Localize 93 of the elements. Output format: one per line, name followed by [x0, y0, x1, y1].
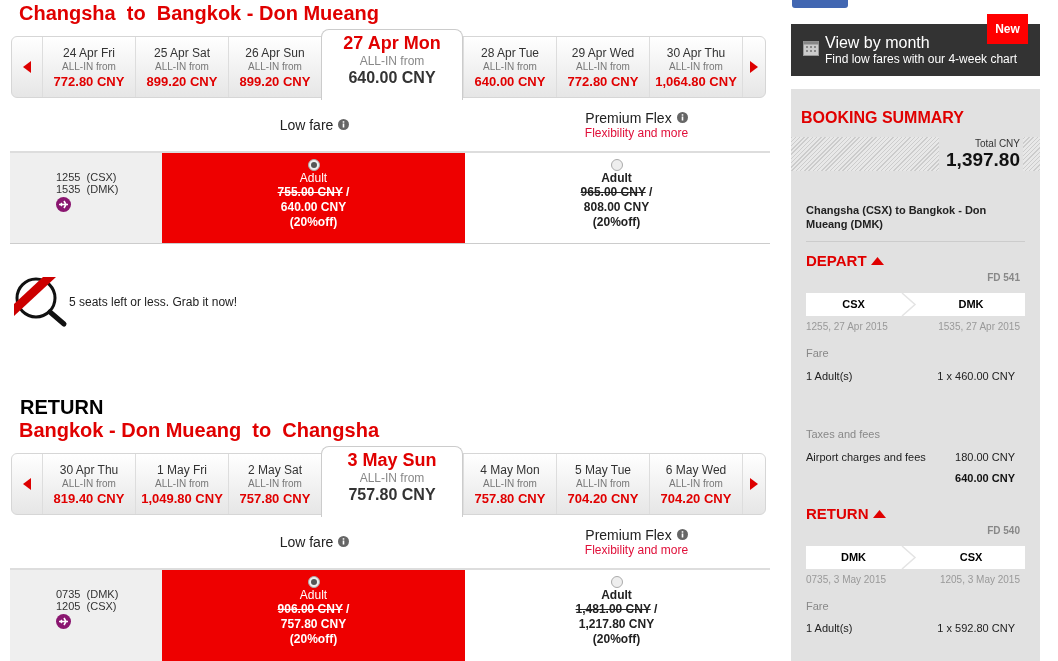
- fare-option[interactable]: Adult 906.00 CNY / 757.80 CNY (20%off): [162, 570, 465, 661]
- date-tab[interactable]: 3 May Sun ALL-IN from 757.80 CNY: [321, 446, 463, 517]
- fare-item-label: 1 Adult(s): [806, 621, 853, 636]
- date-tab[interactable]: 30 Apr Thu ALL-IN from 819.40 CNY: [42, 454, 135, 514]
- discount-label: (20%off): [289, 215, 338, 230]
- passenger-label: Adult: [299, 588, 328, 602]
- info-icon[interactable]: [676, 112, 688, 123]
- flight-number: FD 541: [986, 272, 1021, 284]
- date-tab[interactable]: 1 May Fri ALL-IN from 1,049.80 CNY: [135, 454, 228, 514]
- date-tab[interactable]: 28 Apr Tue ALL-IN from 640.00 CNY: [463, 37, 556, 97]
- radio-button[interactable]: [307, 159, 320, 171]
- fare-heading: Fare: [806, 598, 830, 614]
- discount-label: (20%off): [289, 632, 338, 647]
- departure-time: 1255, 27 Apr 2015: [806, 320, 888, 334]
- fare-price: 640.00 CNY: [280, 200, 347, 215]
- promo-subtitle: Find low fares with our 4-week chart: [825, 52, 1018, 66]
- right-arrow-icon: [750, 61, 758, 73]
- fare-option[interactable]: Adult 755.00 CNY / 640.00 CNY (20%off): [162, 153, 465, 243]
- discount-label: (20%off): [592, 632, 641, 647]
- plane-icon: [56, 614, 71, 629]
- fare-price: 755.00 CNY /: [277, 185, 350, 200]
- left-arrow-icon: [23, 61, 31, 73]
- fare-price: 1,481.00 CNY /: [575, 602, 658, 617]
- flight-time: 1535 (DMK): [56, 183, 119, 195]
- airport-code: CSX: [958, 549, 984, 565]
- availability-notice: 5 seats left or less. Grab it now!: [69, 294, 238, 311]
- fare-price: 808.00 CNY: [583, 200, 650, 215]
- discount-label: (20%off): [592, 215, 641, 230]
- date-tab[interactable]: 25 Apr Sat ALL-IN from 899.20 CNY: [135, 37, 228, 97]
- flight-time: 1255 (CSX): [56, 171, 117, 183]
- fare-item-value: 1 x 592.80 CNY: [937, 621, 1015, 636]
- date-tab[interactable]: 27 Apr Mon ALL-IN from 640.00 CNY: [321, 29, 463, 100]
- date-tab[interactable]: 4 May Mon ALL-IN from 757.80 CNY: [463, 454, 556, 514]
- info-icon[interactable]: [676, 529, 688, 540]
- fare-class-subtitle: Flexibility and more: [584, 542, 689, 557]
- fare-price: 1,217.80 CNY: [578, 617, 655, 632]
- info-icon[interactable]: [338, 119, 350, 130]
- magnifier-icon: [12, 274, 68, 330]
- radio-button[interactable]: [307, 576, 320, 588]
- fare-class-label: Low fare: [279, 116, 334, 133]
- fare-heading: Fare: [806, 346, 830, 361]
- route-title: Bangkok - Don Mueang to Changsha: [18, 418, 381, 442]
- promo-title: View by month: [825, 34, 931, 52]
- section-heading: RETURN: [19, 396, 105, 418]
- taxes-heading: Taxes and fees: [806, 427, 881, 442]
- tax-item-label: Airport charges and fees: [806, 449, 926, 465]
- arrival-time: 1535, 27 Apr 2015: [938, 320, 1020, 334]
- flight-time: 1205 (CSX): [56, 600, 117, 612]
- section-title: DEPART: [806, 252, 867, 270]
- chevron-icon: [901, 545, 917, 569]
- fare-class-label: Premium Flex: [585, 526, 672, 543]
- passenger-label: Adult: [601, 588, 632, 602]
- fare-price: 965.00 CNY /: [580, 185, 653, 200]
- fare-class-label: Premium Flex: [585, 109, 672, 126]
- calendar-icon: [803, 40, 819, 56]
- date-tab[interactable]: 29 Apr Wed ALL-IN from 772.80 CNY: [556, 37, 649, 97]
- passenger-label: Adult: [299, 171, 328, 185]
- route-summary: Changsha (CSX) to Bangkok - Don Mueang (DMK): [806, 203, 1025, 242]
- departure-time: 0735, 3 May 2015: [806, 572, 887, 587]
- flight-time: 0735 (DMK): [56, 588, 119, 600]
- airport-code: DMK: [839, 549, 868, 565]
- radio-button[interactable]: [610, 576, 623, 588]
- summary-title: BOOKING SUMMARY: [800, 109, 965, 127]
- section-title: RETURN: [806, 504, 869, 523]
- fare-price: 906.00 CNY /: [277, 602, 350, 617]
- total-amount: 1,397.80: [946, 149, 1020, 170]
- total-label: Total CNY: [975, 138, 1020, 149]
- airport-code: CSX: [841, 297, 866, 313]
- fare-price: 757.80 CNY: [280, 617, 347, 632]
- info-icon[interactable]: [338, 536, 350, 547]
- tax-item-value: 180.00 CNY: [955, 449, 1015, 465]
- chevron-icon: [901, 293, 917, 316]
- collapse-icon[interactable]: [870, 257, 884, 265]
- date-tab[interactable]: 5 May Tue ALL-IN from 704.20 CNY: [556, 454, 649, 514]
- airport-code: DMK: [957, 297, 985, 313]
- right-arrow-icon: [750, 478, 758, 490]
- route-title: Changsha to Bangkok - Don Mueang: [18, 1, 380, 25]
- new-badge: New: [987, 14, 1028, 44]
- collapse-icon[interactable]: [872, 509, 886, 518]
- radio-button[interactable]: [610, 159, 623, 171]
- fare-item-value: 1 x 460.00 CNY: [937, 368, 1015, 384]
- date-tab[interactable]: 6 May Wed ALL-IN from 704.20 CNY: [649, 454, 742, 514]
- left-arrow-icon: [23, 478, 31, 490]
- date-tab[interactable]: 24 Apr Fri ALL-IN from 772.80 CNY: [42, 37, 135, 97]
- plane-icon: [56, 197, 71, 212]
- date-tab[interactable]: 30 Apr Thu ALL-IN from 1,064.80 CNY: [649, 37, 742, 97]
- subtotal: 640.00 CNY: [954, 471, 1016, 486]
- fare-class-subtitle: Flexibility and more: [584, 125, 689, 140]
- fare-item-label: 1 Adult(s): [806, 368, 853, 384]
- passenger-label: Adult: [601, 171, 632, 185]
- fare-class-label: Low fare: [279, 533, 334, 550]
- flight-number: FD 540: [986, 524, 1021, 537]
- arrival-time: 1205, 3 May 2015: [939, 572, 1020, 587]
